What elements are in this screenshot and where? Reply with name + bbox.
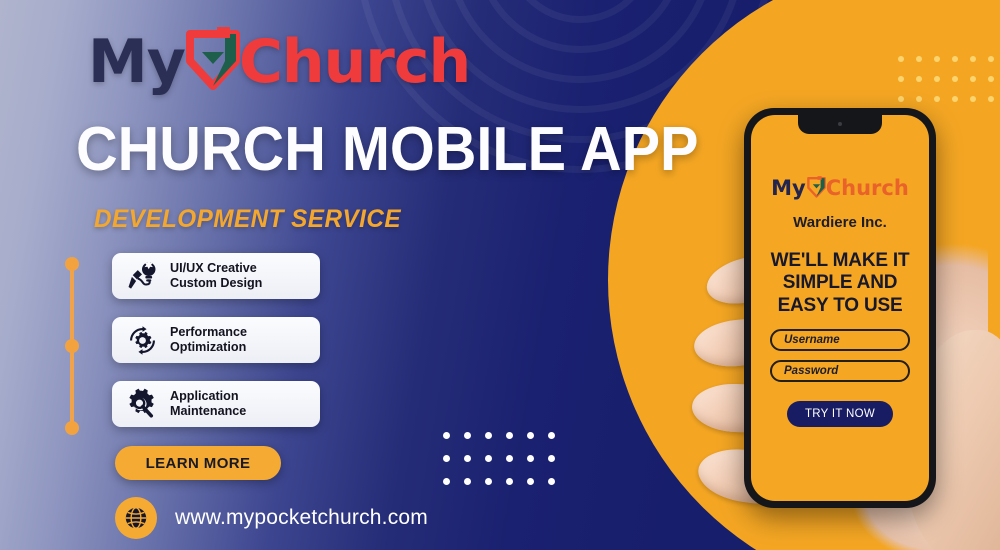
page-title: CHURCH MOBILE APP [76,115,699,184]
pen-lightbulb-icon [122,257,162,295]
logo-church-text: Church [238,27,471,97]
accent-dot-1 [65,257,79,271]
phone-screen: My Church Wardiere Inc. WE'LL MAKE IT SI… [751,115,929,501]
try-it-now-label: TRY IT NOW [804,408,876,421]
phone-logo-church: Church [825,175,909,200]
website-row[interactable]: www.mypocketchurch.com [115,497,428,539]
brand-logo: My Church [88,26,471,98]
username-placeholder: Username [784,334,840,347]
dot-grid-bottom-center [443,432,569,501]
shield-icon [185,27,240,90]
feature-pill-uiux-label: UI/UX Creative Custom Design [170,260,263,290]
feature-pill-maintenance-label: Application Maintenance [170,388,247,418]
shield-icon [806,176,826,198]
globe-icon [115,497,157,539]
password-field[interactable]: Password [770,360,910,383]
website-url: www.mypocketchurch.com [175,506,428,529]
username-field[interactable]: Username [770,329,910,352]
phone-tagline-line-2: SIMPLE AND [782,272,898,294]
phone-app-logo: My Church [771,175,909,200]
feature-pill-performance[interactable]: Performance Optimization [112,317,320,363]
learn-more-label: LEARN MORE [145,454,251,472]
learn-more-button[interactable]: LEARN MORE [115,446,281,480]
feature-pill-performance-label: Performance Optimization [170,324,247,354]
password-placeholder: Password [784,365,839,378]
phone-company-name: Wardiere Inc. [793,214,887,231]
accent-dot-2 [65,339,79,353]
phone-notch [798,115,882,134]
phone-logo-my: My [771,175,806,200]
accent-dot-3 [65,421,79,435]
banner-root: My Church Wardiere Inc. WE'LL MAKE IT SI… [0,0,1000,550]
gear-wrench-icon [122,385,162,423]
phone-tagline: WE'LL MAKE IT SIMPLE AND EASY TO USE [771,250,910,317]
dot-grid-top-right [898,56,1000,116]
phone-mockup: My Church Wardiere Inc. WE'LL MAKE IT SI… [744,108,936,508]
gear-refresh-icon [122,321,162,359]
try-it-now-button[interactable]: TRY IT NOW [787,401,893,428]
feature-pill-uiux[interactable]: UI/UX Creative Custom Design [112,253,320,299]
phone-tagline-line-3: EASY TO USE [777,294,903,316]
phone-tagline-line-1: WE'LL MAKE IT [770,250,910,271]
page-subtitle: DEVELOPMENT SERVICE [94,205,402,233]
feature-pill-maintenance[interactable]: Application Maintenance [112,381,320,427]
logo-my-text: My [88,27,186,97]
